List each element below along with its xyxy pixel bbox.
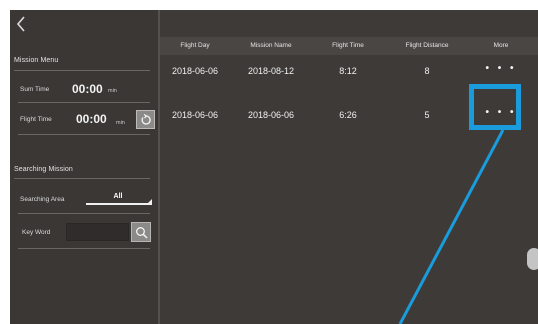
searching-area-select[interactable]: All — [86, 190, 152, 205]
cell-mission-name: 2018-08-12 — [247, 66, 295, 76]
cell-flight-day: 2018-06-06 — [171, 66, 219, 76]
key-word-label: Key Word — [22, 229, 51, 236]
cell-flight-time: 6:26 — [339, 110, 357, 120]
searching-mission-title: Searching Mission — [14, 166, 73, 173]
column-header-flight-distance: Flight Distance — [405, 42, 449, 49]
search-icon — [135, 226, 148, 239]
sidebar: Mission Menu Sum Time 00:00 min Flight T… — [10, 10, 158, 324]
refresh-icon — [140, 113, 151, 125]
searching-area-label: Searching Area — [20, 196, 65, 203]
back-button[interactable] — [16, 16, 38, 38]
divider — [18, 248, 150, 249]
searching-area-value: All — [113, 193, 123, 200]
flight-time-value: 00:00 — [76, 112, 107, 126]
sidebar-divider — [158, 10, 160, 324]
cell-flight-day: 2018-06-06 — [171, 110, 219, 120]
flight-time-unit: min — [116, 120, 125, 126]
cell-flight-distance: 5 — [424, 110, 430, 120]
scroll-handle[interactable] — [527, 248, 538, 270]
sum-time-label: Sum Time — [20, 86, 50, 93]
more-button[interactable]: • • • — [470, 63, 532, 74]
divider — [14, 178, 150, 179]
key-word-input[interactable] — [66, 223, 129, 241]
cell-flight-time: 8:12 — [339, 66, 357, 76]
column-header-flight-day: Flight Day — [180, 42, 210, 49]
mission-app: Mission Menu Sum Time 00:00 min Flight T… — [10, 10, 538, 324]
sum-time-unit: min — [108, 88, 117, 94]
column-header-flight-time: Flight Time — [332, 42, 364, 49]
sum-time-value: 00:00 — [72, 82, 103, 96]
flight-time-label: Flight Time — [20, 116, 52, 123]
divider — [14, 70, 150, 71]
column-header-mission-name: Mission Name — [250, 42, 292, 49]
table-header: Flight Day Mission Name Flight Time Flig… — [160, 37, 538, 55]
cell-mission-name: 2018-06-06 — [247, 110, 295, 120]
divider — [18, 134, 150, 135]
column-header-more: More — [493, 42, 509, 49]
search-button[interactable] — [131, 222, 151, 242]
more-highlight-box — [469, 84, 521, 130]
cell-flight-distance: 8 — [424, 66, 430, 76]
dropdown-corner-icon — [146, 199, 152, 205]
chevron-left-icon — [16, 16, 25, 32]
divider — [18, 213, 150, 214]
reset-button[interactable] — [136, 110, 155, 129]
mission-menu-title: Mission Menu — [14, 57, 59, 64]
divider — [18, 102, 150, 103]
